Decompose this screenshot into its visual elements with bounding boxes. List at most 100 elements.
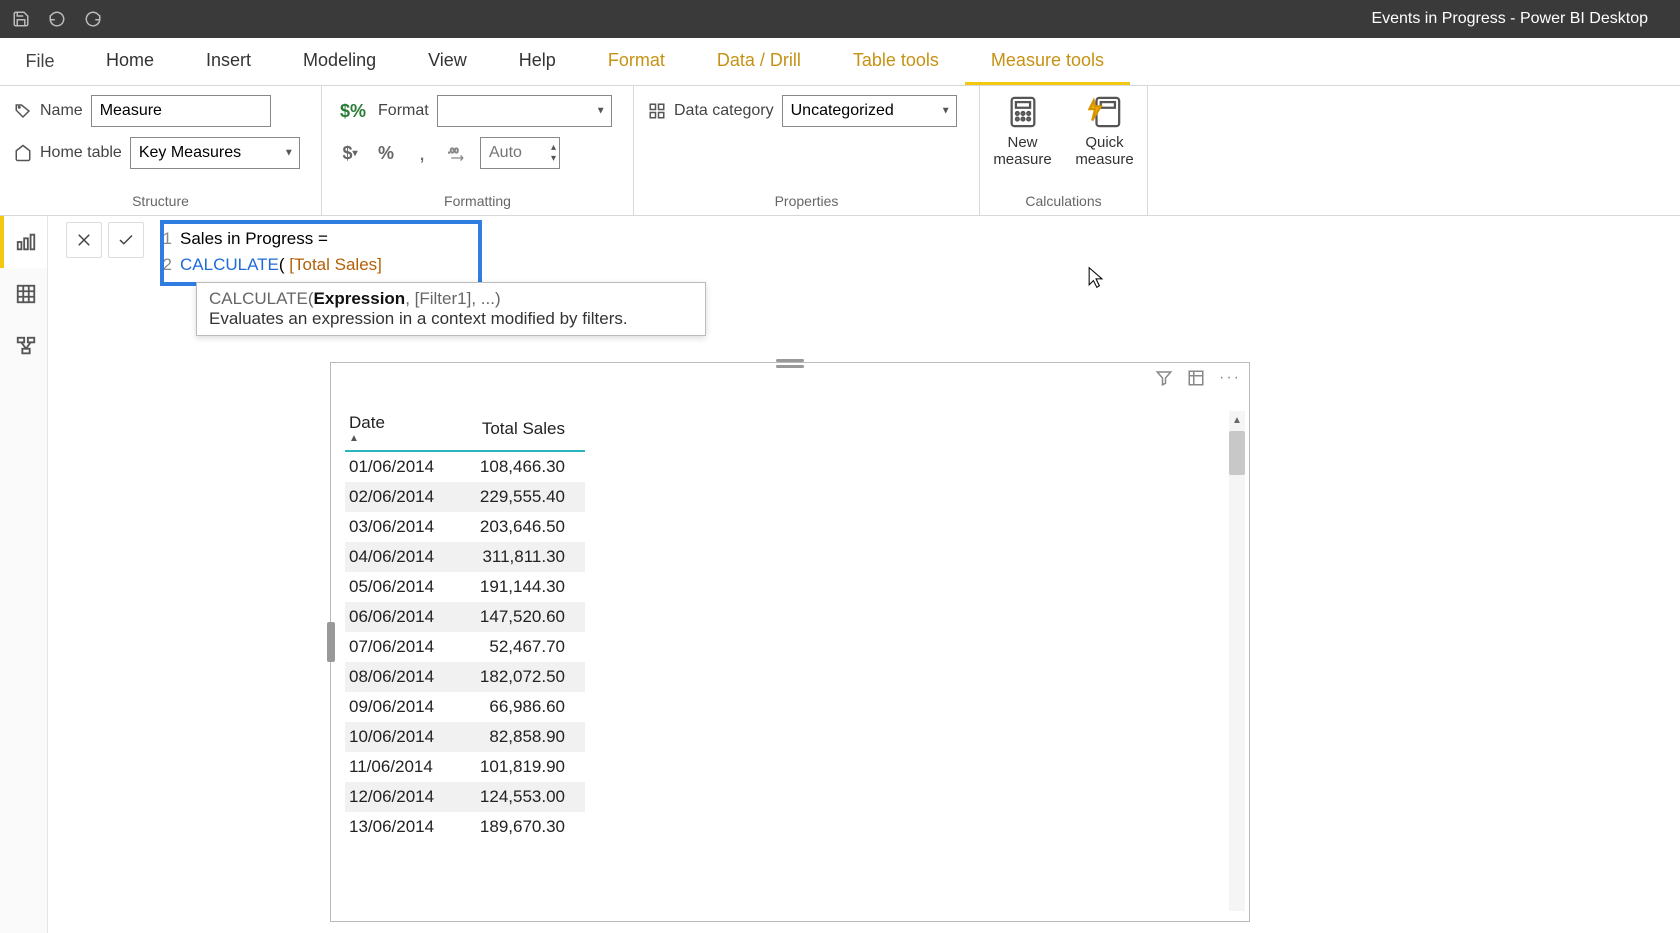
more-options-icon[interactable]: ··· [1219, 369, 1241, 392]
ribbon-group-calculations: New measure Quick measure Calculations [980, 86, 1148, 215]
scroll-thumb[interactable] [1229, 431, 1245, 475]
tab-home[interactable]: Home [80, 38, 180, 85]
table-row[interactable]: 08/06/2014182,072.50 [345, 662, 585, 692]
tab-view[interactable]: View [402, 38, 493, 85]
cell-date: 06/06/2014 [345, 602, 455, 632]
table-row[interactable]: 11/06/2014101,819.90 [345, 752, 585, 782]
table-row[interactable]: 12/06/2014124,553.00 [345, 782, 585, 812]
intellisense-tooltip: CALCULATE(Expression, [Filter1], ...) Ev… [196, 282, 706, 336]
ribbon-tabs: File HomeInsertModelingViewHelpFormatDat… [0, 38, 1680, 86]
table-visual[interactable]: ··· Date Total Sales 01/06/2014108,466.3… [330, 362, 1250, 922]
data-category-label: Data category [674, 102, 774, 120]
cell-date: 13/06/2014 [345, 812, 455, 842]
ribbon-group-properties: Data category ▼ Properties [634, 86, 980, 215]
drag-handle-icon[interactable] [776, 359, 804, 367]
table-row[interactable]: 09/06/201466,986.60 [345, 692, 585, 722]
formula-cancel-button[interactable] [66, 222, 102, 258]
formula-line-2: CALCULATE( [Total Sales] [180, 252, 382, 278]
cell-value: 191,144.30 [455, 572, 585, 602]
home-table-select[interactable] [130, 137, 300, 169]
group-label-calculations: Calculations [994, 193, 1133, 213]
table-row[interactable]: 03/06/2014203,646.50 [345, 512, 585, 542]
line-number: 2 [156, 252, 180, 278]
filter-icon[interactable] [1155, 369, 1173, 392]
decimal-button[interactable]: .00 [444, 137, 472, 169]
name-input[interactable] [91, 95, 271, 127]
format-select[interactable] [437, 95, 612, 127]
formula-editor[interactable]: 1 Sales in Progress = 2 CALCULATE( [Tota… [150, 222, 1672, 281]
cell-date: 02/06/2014 [345, 482, 455, 512]
group-label-structure: Structure [14, 193, 307, 213]
cell-date: 04/06/2014 [345, 542, 455, 572]
cell-date: 09/06/2014 [345, 692, 455, 722]
new-measure-button[interactable]: New measure [988, 94, 1058, 169]
tab-table-tools[interactable]: Table tools [827, 38, 965, 85]
group-label-formatting: Formatting [336, 193, 619, 213]
tab-file[interactable]: File [0, 38, 80, 85]
comma-button[interactable]: , [408, 137, 436, 169]
tab-insert[interactable]: Insert [180, 38, 277, 85]
cell-value: 229,555.40 [455, 482, 585, 512]
currency-button[interactable]: $ ▾ [336, 137, 364, 169]
percent-button[interactable]: % [372, 137, 400, 169]
focus-mode-icon[interactable] [1187, 369, 1205, 392]
data-table: Date Total Sales 01/06/2014108,466.3002/… [345, 407, 585, 842]
col-header-total-sales[interactable]: Total Sales [455, 407, 585, 451]
scrollbar[interactable]: ▲ [1229, 411, 1245, 911]
tooltip-description: Evaluates an expression in a context mod… [209, 309, 693, 329]
title-bar: Events in Progress - Power BI Desktop [0, 0, 1680, 38]
formula-line-1: Sales in Progress = [180, 226, 328, 252]
cell-date: 07/06/2014 [345, 632, 455, 662]
model-view-button[interactable] [0, 320, 47, 372]
table-row[interactable]: 01/06/2014108,466.30 [345, 451, 585, 482]
table-row[interactable]: 05/06/2014191,144.30 [345, 572, 585, 602]
cell-date: 12/06/2014 [345, 782, 455, 812]
tab-measure-tools[interactable]: Measure tools [965, 38, 1130, 85]
resize-handle-left[interactable] [327, 622, 335, 662]
redo-icon[interactable] [84, 10, 102, 28]
data-view-button[interactable] [0, 268, 47, 320]
cell-value: 101,819.90 [455, 752, 585, 782]
calculator-icon [1003, 94, 1043, 130]
new-measure-label: New measure [993, 134, 1051, 169]
tooltip-signature: CALCULATE(Expression, [Filter1], ...) [209, 289, 693, 309]
home-icon [14, 144, 32, 162]
svg-text:.00: .00 [448, 146, 458, 155]
tab-help[interactable]: Help [493, 38, 582, 85]
app-title: Events in Progress - Power BI Desktop [102, 10, 1668, 28]
undo-icon[interactable] [48, 10, 66, 28]
table-row[interactable]: 04/06/2014311,811.30 [345, 542, 585, 572]
report-view-button[interactable] [0, 216, 47, 268]
table-row[interactable]: 06/06/2014147,520.60 [345, 602, 585, 632]
quick-measure-label: Quick measure [1075, 134, 1133, 169]
tab-modeling[interactable]: Modeling [277, 38, 402, 85]
table-row[interactable]: 13/06/2014189,670.30 [345, 812, 585, 842]
scroll-up-icon[interactable]: ▲ [1229, 411, 1245, 429]
save-icon[interactable] [12, 10, 30, 28]
currency-format-icon[interactable]: $% [336, 95, 370, 127]
cell-date: 01/06/2014 [345, 451, 455, 482]
data-category-select[interactable] [782, 95, 957, 127]
quick-calc-icon [1085, 94, 1125, 130]
cell-value: 124,553.00 [455, 782, 585, 812]
decimal-places-input[interactable] [480, 137, 560, 169]
table-row[interactable]: 02/06/2014229,555.40 [345, 482, 585, 512]
tab-data-drill[interactable]: Data / Drill [691, 38, 827, 85]
cell-date: 10/06/2014 [345, 722, 455, 752]
cell-value: 182,072.50 [455, 662, 585, 692]
col-header-date[interactable]: Date [345, 407, 455, 451]
ribbon-group-formatting: $% Format ▼ $ ▾ % , .00 ▴ [322, 86, 634, 215]
line-number: 1 [156, 226, 180, 252]
cell-value: 66,986.60 [455, 692, 585, 722]
view-switcher [0, 216, 48, 933]
formula-area: 1 Sales in Progress = 2 CALCULATE( [Tota… [48, 216, 1680, 281]
ribbon: Name Home table ▼ Structure $% [0, 86, 1680, 216]
tab-format[interactable]: Format [582, 38, 691, 85]
category-icon [648, 102, 666, 120]
cell-date: 03/06/2014 [345, 512, 455, 542]
table-row[interactable]: 07/06/201452,467.70 [345, 632, 585, 662]
group-label-properties: Properties [648, 193, 965, 213]
quick-measure-button[interactable]: Quick measure [1070, 94, 1140, 169]
formula-commit-button[interactable] [108, 222, 144, 258]
table-row[interactable]: 10/06/201482,858.90 [345, 722, 585, 752]
